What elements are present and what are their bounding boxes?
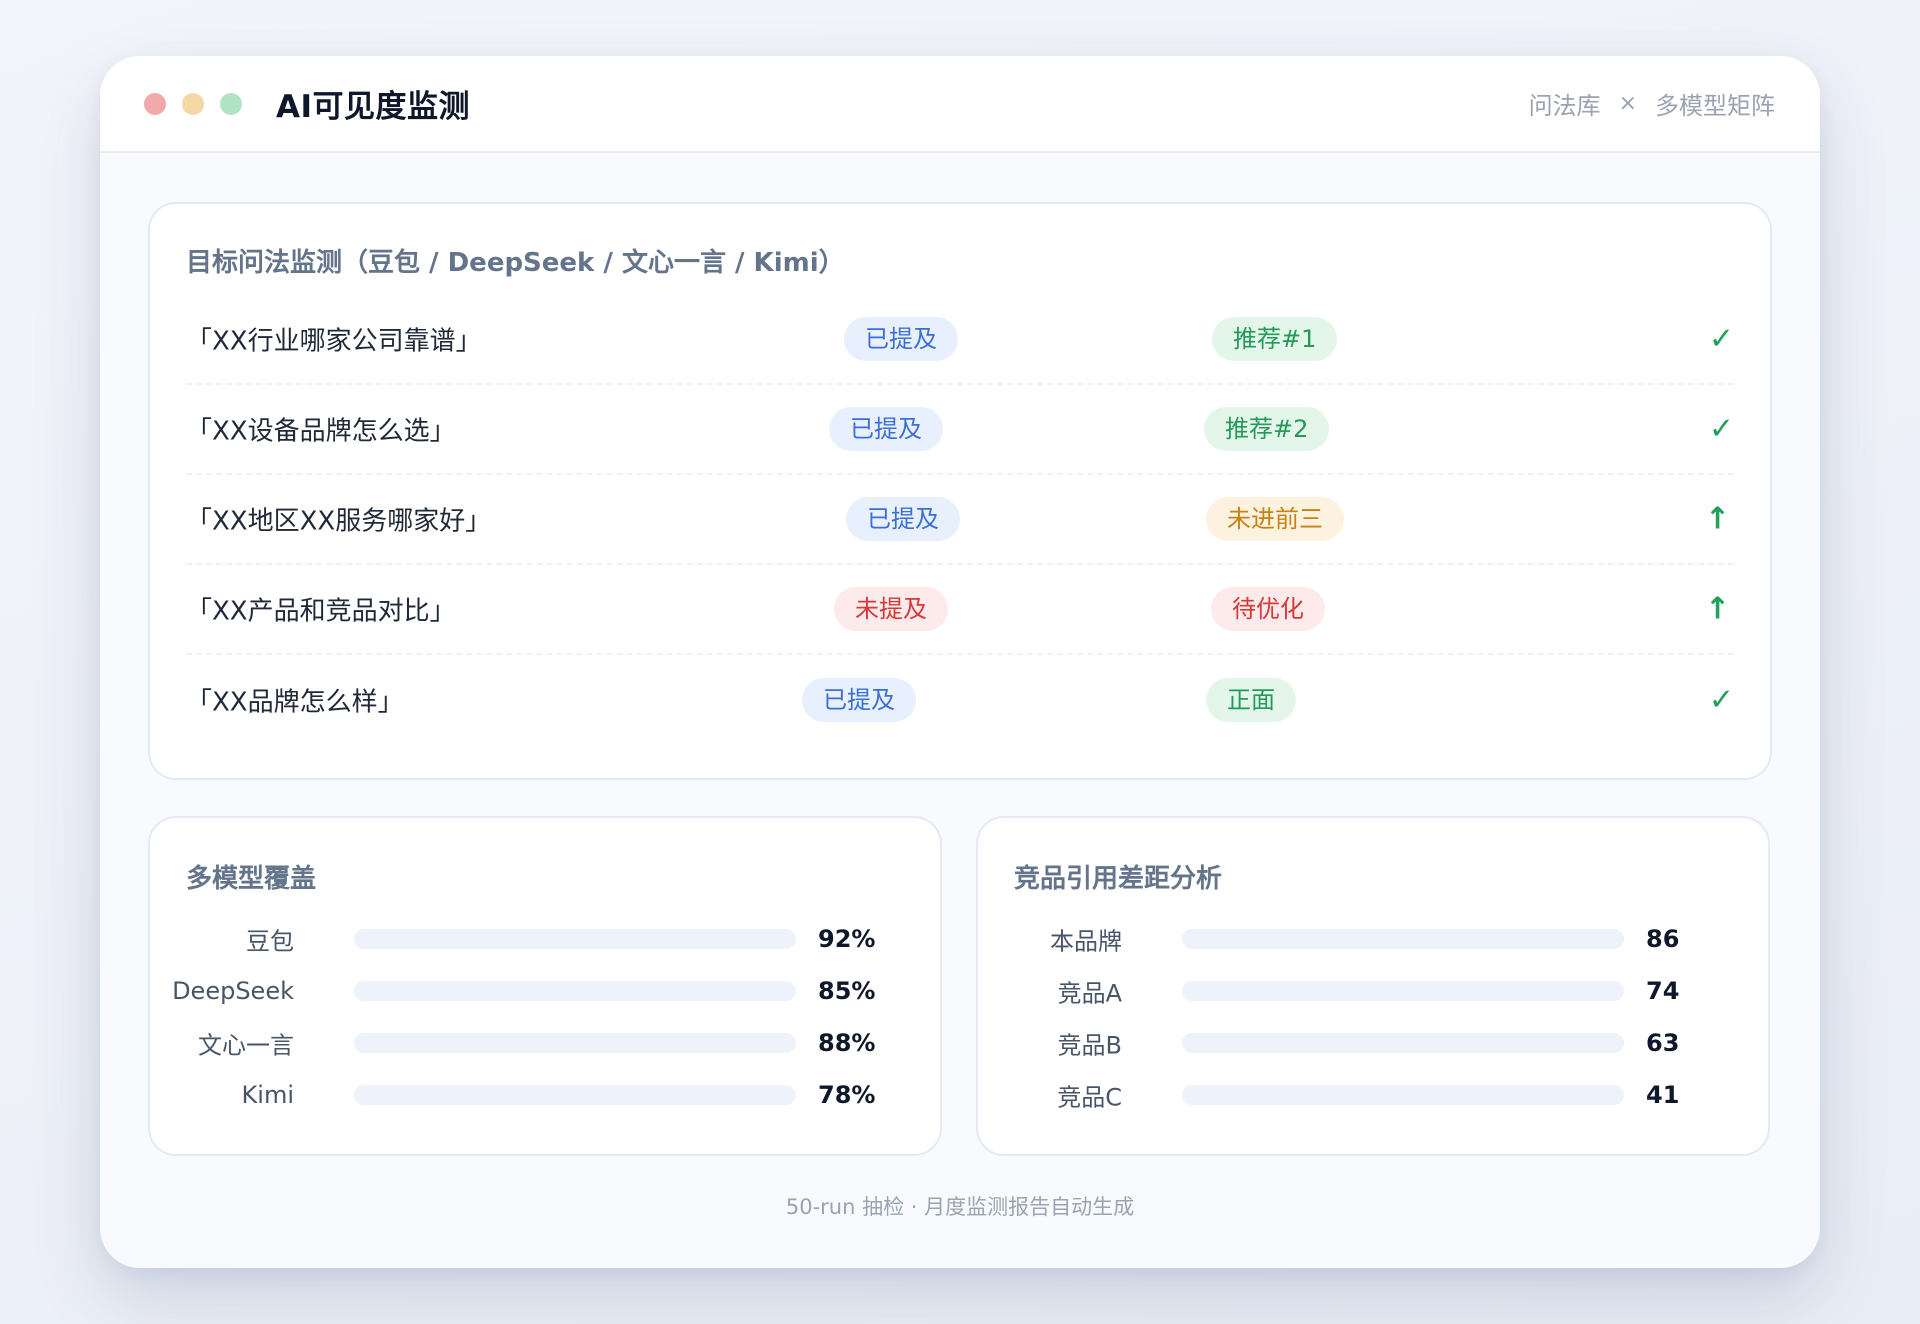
query-text: 「XX地区XX服务哪家好」: [186, 506, 492, 537]
bar-label: 竞品C: [1057, 1083, 1122, 1112]
bar-value: 88%: [818, 1029, 876, 1057]
subtitle-separator: ×: [1618, 91, 1637, 116]
title-bar: AI可见度监测 问法库 × 多模型矩阵: [100, 56, 1820, 153]
bar-track: [1182, 1085, 1624, 1105]
check-icon: ✓: [1708, 682, 1734, 718]
query-row[interactable]: 「XX地区XX服务哪家好」 已提及 未进前三 ↑: [186, 475, 1734, 565]
mention-badge: 已提及: [846, 497, 960, 541]
coverage-bar-row: 豆包 92%: [186, 913, 904, 965]
minimize-window-button[interactable]: [182, 92, 204, 115]
bar-value: 86: [1646, 925, 1680, 953]
rank-badge: 推荐#1: [1212, 317, 1338, 361]
query-text: 「XX行业哪家公司靠谱」: [186, 326, 482, 357]
query-monitor-list: 「XX行业哪家公司靠谱」 已提及 推荐#1 ✓ 「XX设备品牌怎么选」 已提及 …: [186, 295, 1734, 745]
bar-track: [354, 1085, 796, 1105]
query-text: 「XX设备品牌怎么选」: [186, 416, 456, 447]
arrow-up-icon: ↑: [1704, 501, 1730, 537]
subtitle-query-library: 问法库: [1528, 92, 1601, 120]
app-title: AI可见度监测: [276, 89, 471, 125]
competitor-bar-row: 竞品B 63: [1014, 1017, 1732, 1069]
bar-fill: [354, 1033, 743, 1053]
footer-note: 50-run 抽检 · 月度监测报告自动生成: [785, 1195, 1135, 1219]
bar-track: [1182, 929, 1624, 949]
check-icon: ✓: [1708, 411, 1734, 447]
bar-fill: [1182, 981, 1510, 1001]
query-row[interactable]: 「XX设备品牌怎么选」 已提及 推荐#2 ✓: [186, 385, 1734, 475]
bar-fill: [1182, 1085, 1364, 1105]
close-window-button[interactable]: [144, 92, 166, 115]
bar-fill: [354, 1085, 699, 1105]
query-text: 「XX品牌怎么样」: [186, 687, 404, 718]
bar-fill: [1182, 1033, 1461, 1053]
bar-label: 文心一言: [198, 1031, 294, 1060]
rank-badge: 正面: [1206, 678, 1296, 722]
bar-fill: [354, 929, 761, 949]
competitor-gap-card: 竞品引用差距分析 本品牌 86 竞品A 74 竞品B 63 竞品C 41: [976, 816, 1770, 1156]
mention-badge: 已提及: [829, 407, 943, 451]
rank-badge: 待优化: [1211, 587, 1325, 631]
bar-track: [354, 981, 796, 1001]
bar-value: 92%: [818, 925, 876, 953]
check-icon: ✓: [1708, 321, 1734, 357]
query-row[interactable]: 「XX行业哪家公司靠谱」 已提及 推荐#1 ✓: [186, 295, 1734, 385]
model-coverage-bars: 豆包 92% DeepSeek 85% 文心一言 88% Kimi 78%: [172, 913, 904, 1121]
competitor-gap-bars: 本品牌 86 竞品A 74 竞品B 63 竞品C 41: [1014, 913, 1732, 1121]
mention-badge: 已提及: [844, 317, 958, 361]
competitor-bar-row: 本品牌 86: [1014, 913, 1732, 965]
bar-value: 78%: [818, 1081, 876, 1109]
query-monitor-card: 目标问法监测（豆包 / DeepSeek / 文心一言 / Kimi） 「XX行…: [148, 202, 1772, 780]
mention-badge: 未提及: [834, 587, 948, 631]
rank-badge: 推荐#2: [1204, 407, 1330, 451]
bar-fill: [1182, 929, 1563, 949]
bar-label: Kimi: [241, 1081, 294, 1109]
bar-value: 85%: [818, 977, 876, 1005]
query-row[interactable]: 「XX产品和竞品对比」 未提及 待优化 ↑: [186, 565, 1734, 655]
coverage-bar-row: Kimi 78%: [186, 1069, 904, 1121]
bar-label: 豆包: [246, 927, 294, 956]
bar-track: [354, 929, 796, 949]
bar-track: [1182, 981, 1624, 1001]
bar-track: [1182, 1033, 1624, 1053]
app-window: AI可见度监测 问法库 × 多模型矩阵 目标问法监测（豆包 / DeepSeek…: [100, 56, 1820, 1268]
coverage-bar-row: DeepSeek 85%: [172, 965, 904, 1017]
query-text: 「XX产品和竞品对比」: [186, 596, 456, 627]
bar-label: 竞品A: [1057, 979, 1122, 1008]
query-row[interactable]: 「XX品牌怎么样」 已提及 正面 ✓: [186, 655, 1734, 745]
bar-value: 41: [1646, 1081, 1680, 1109]
model-coverage-title: 多模型覆盖: [186, 864, 317, 894]
subtitle-model-matrix: 多模型矩阵: [1655, 92, 1775, 120]
competitor-bar-row: 竞品C 41: [1014, 1069, 1732, 1121]
bar-label: 竞品B: [1057, 1031, 1122, 1060]
bar-value: 63: [1646, 1029, 1680, 1057]
bar-value: 74: [1646, 977, 1680, 1005]
competitor-gap-title: 竞品引用差距分析: [1014, 864, 1223, 894]
title-subtitle: 问法库 × 多模型矩阵: [1529, 86, 1775, 121]
maximize-window-button[interactable]: [220, 92, 242, 115]
rank-badge: 未进前三: [1206, 497, 1344, 541]
query-monitor-title: 目标问法监测（豆包 / DeepSeek / 文心一言 / Kimi）: [186, 248, 845, 278]
model-coverage-card: 多模型覆盖 豆包 92% DeepSeek 85% 文心一言 88% Kimi …: [148, 816, 942, 1156]
arrow-up-icon: ↑: [1704, 591, 1730, 627]
bar-track: [354, 1033, 796, 1053]
mention-badge: 已提及: [802, 678, 916, 722]
bar-label: 本品牌: [1050, 927, 1122, 956]
bar-fill: [354, 981, 730, 1001]
coverage-bar-row: 文心一言 88%: [186, 1017, 904, 1069]
competitor-bar-row: 竞品A 74: [1014, 965, 1732, 1017]
bar-label: DeepSeek: [172, 977, 294, 1005]
